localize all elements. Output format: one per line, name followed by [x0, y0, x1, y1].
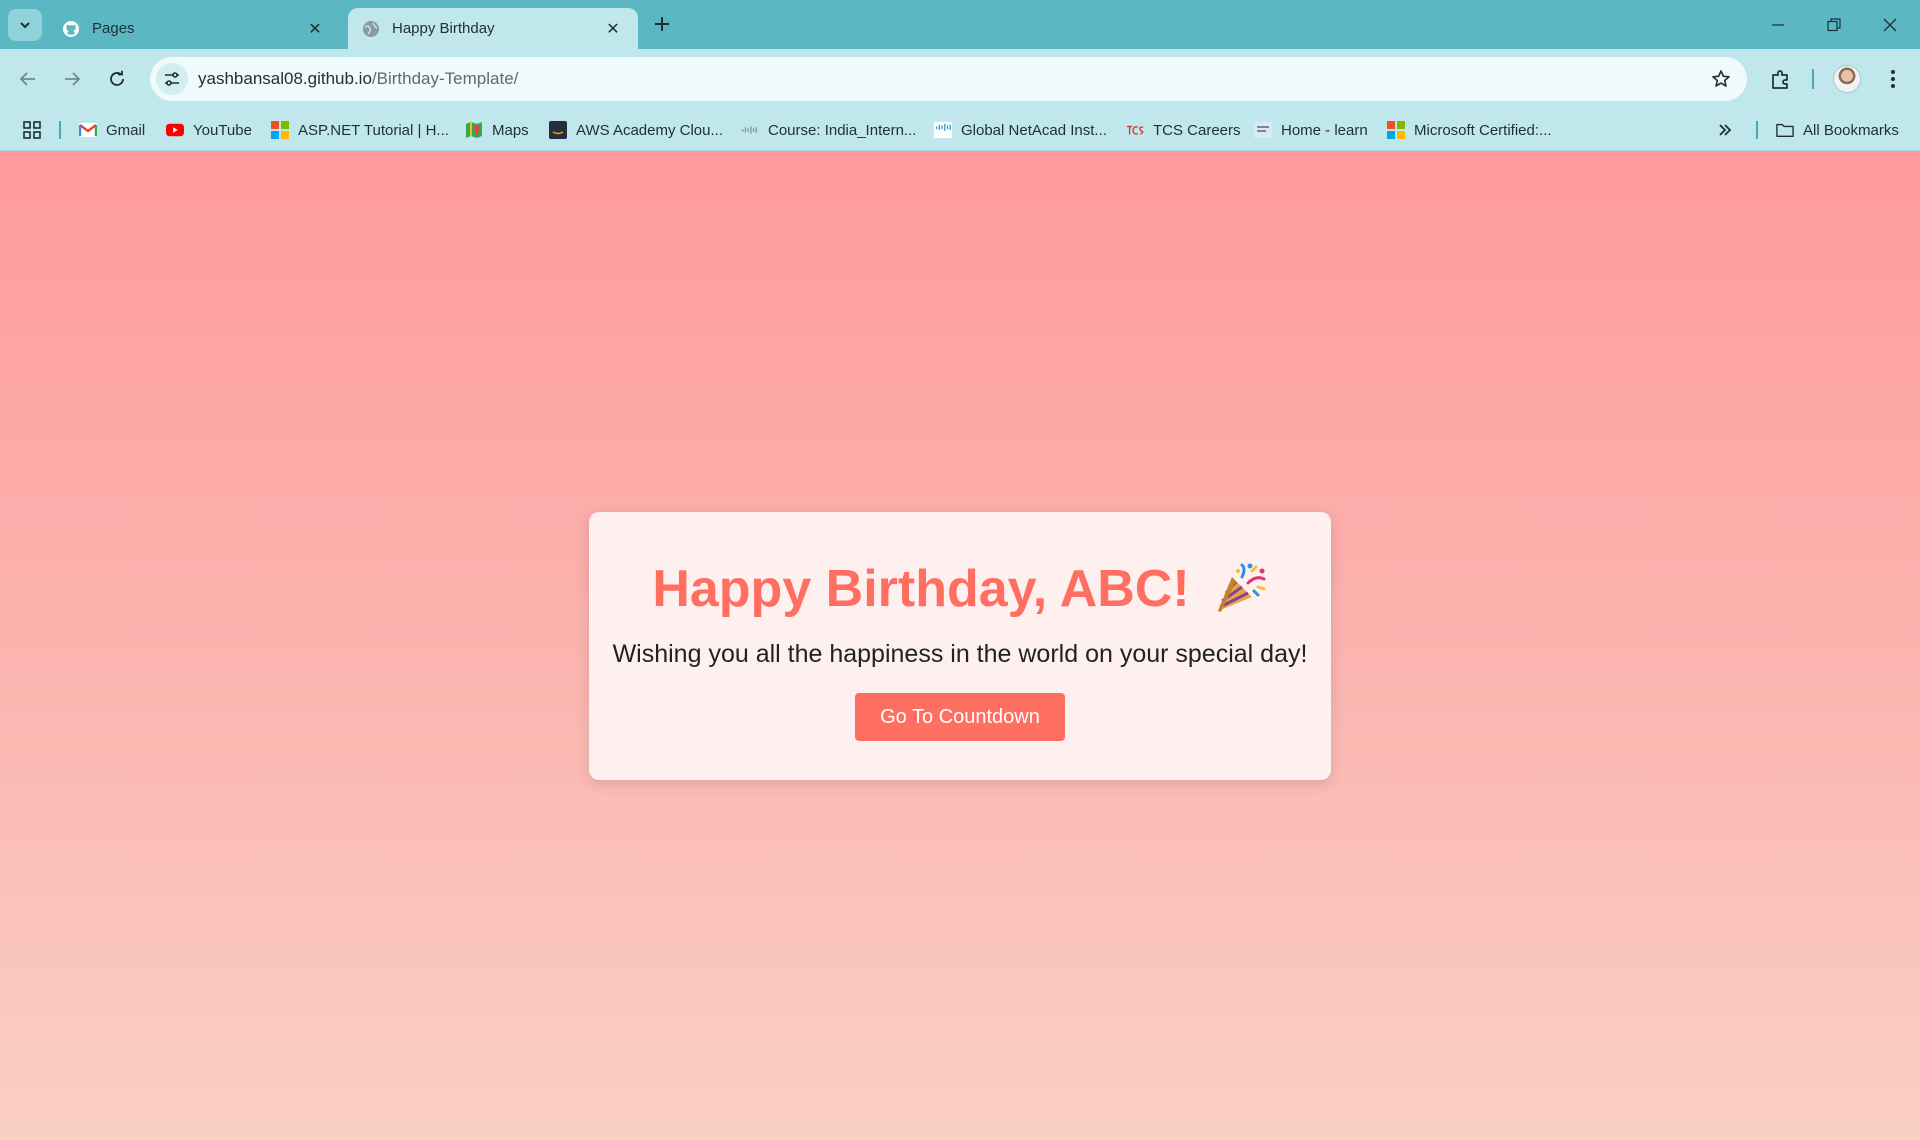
bookmarks-divider	[59, 121, 61, 139]
bookmark-aspnet-tutorial[interactable]: ASP.NET Tutorial | H...	[271, 118, 449, 142]
star-icon	[1712, 70, 1730, 87]
bookmark-label: Global NetAcad Inst...	[961, 121, 1107, 139]
url-text[interactable]: yashbansal08.github.io/Birthday-Template…	[198, 69, 518, 89]
bookmark-label: AWS Academy Clou...	[576, 121, 723, 139]
more-vertical-icon	[1891, 70, 1895, 88]
restore-button[interactable]	[1806, 0, 1862, 49]
bookmark-star-button[interactable]	[1709, 67, 1733, 91]
restore-icon	[1827, 17, 1841, 31]
bookmark-label: Course: India_Intern...	[768, 121, 917, 139]
bookmark-label: Home - learn	[1281, 121, 1368, 139]
reload-icon	[110, 70, 124, 86]
birthday-card: Happy Birthday, ABC! Wishing you all the…	[589, 512, 1331, 780]
bookmarks-bar: Gmail YouTube ASP.NET Tutorial | H... Ma…	[0, 109, 1920, 151]
url-path: /Birthday-Template/	[371, 69, 519, 88]
microsoft-icon	[1387, 121, 1405, 139]
chevron-down-icon	[20, 22, 30, 29]
maps-icon	[465, 121, 483, 139]
page-viewport: Happy Birthday, ABC! Wishing you all the…	[0, 151, 1920, 1140]
learn-icon	[1254, 121, 1272, 139]
heading-text: Happy Birthday, ABC!	[652, 560, 1190, 618]
folder-icon	[1776, 121, 1794, 139]
globe-icon	[362, 20, 380, 38]
puzzle-icon	[1772, 70, 1788, 89]
bookmark-label: Microsoft Certified:...	[1414, 121, 1552, 139]
bookmark-course-india-intern[interactable]: Course: India_Intern...	[741, 118, 916, 142]
tab-title: Pages	[92, 20, 135, 37]
cisco-icon	[934, 121, 952, 139]
bookmark-aws-academy[interactable]: AWS Academy Clou...	[549, 118, 723, 142]
bookmark-label: Gmail	[106, 121, 146, 139]
microsoft-icon	[271, 121, 289, 139]
github-icon	[62, 20, 80, 38]
extensions-button[interactable]	[1763, 61, 1799, 97]
all-bookmarks-button[interactable]: All Bookmarks	[1776, 118, 1899, 142]
bookmark-gmail[interactable]: Gmail	[79, 118, 145, 142]
arrow-right-icon	[65, 72, 81, 86]
bookmark-label: ASP.NET Tutorial | H...	[298, 121, 449, 139]
tab-strip: Pages ✕ Happy Birthday ✕	[0, 0, 1920, 49]
bookmark-label: TCS Careers	[1153, 121, 1241, 139]
tune-icon	[165, 72, 179, 86]
gmail-icon	[79, 121, 97, 139]
bookmark-label: Maps	[492, 121, 529, 139]
tab-pages[interactable]: Pages ✕	[48, 8, 340, 49]
close-tab-icon[interactable]: ✕	[602, 18, 624, 40]
bookmark-tcs-careers[interactable]: TCS Careers	[1126, 118, 1241, 142]
plus-icon	[655, 17, 669, 31]
more-bookmarks-button[interactable]	[1717, 118, 1733, 142]
go-to-countdown-button[interactable]: Go To Countdown	[855, 693, 1065, 741]
bookmark-microsoft-certified[interactable]: Microsoft Certified:...	[1387, 118, 1552, 142]
double-chevron-right-icon	[1719, 124, 1732, 136]
address-bar[interactable]: yashbansal08.github.io/Birthday-Template…	[150, 57, 1747, 101]
minimize-icon	[1772, 23, 1784, 26]
arrow-left-icon	[19, 72, 35, 86]
bookmark-global-netacad[interactable]: Global NetAcad Inst...	[934, 118, 1107, 142]
aws-icon	[549, 121, 567, 139]
bookmark-youtube[interactable]: YouTube	[166, 118, 252, 142]
close-icon	[1883, 18, 1897, 31]
tab-happy-birthday[interactable]: Happy Birthday ✕	[348, 8, 638, 49]
url-host: yashbansal08.github.io	[198, 69, 372, 88]
page-heading: Happy Birthday, ABC!	[589, 559, 1331, 619]
browser-toolbar: yashbansal08.github.io/Birthday-Template…	[0, 49, 1920, 109]
menu-button[interactable]	[1875, 61, 1911, 97]
new-tab-button[interactable]	[650, 12, 674, 36]
site-info-button[interactable]	[156, 63, 188, 95]
tab-search-button[interactable]	[8, 9, 42, 41]
apps-grid-icon	[23, 121, 41, 139]
birthday-message: Wishing you all the happiness in the wor…	[612, 640, 1308, 668]
youtube-icon	[166, 121, 184, 139]
all-bookmarks-label: All Bookmarks	[1803, 121, 1899, 139]
party-popper-icon	[1212, 563, 1268, 615]
avatar	[1833, 65, 1861, 93]
reload-button[interactable]	[99, 61, 135, 97]
bookmark-label: YouTube	[193, 121, 252, 139]
minimize-button[interactable]	[1750, 0, 1806, 49]
apps-button[interactable]	[22, 118, 42, 142]
bookmarks-divider	[1756, 121, 1758, 139]
forward-button[interactable]	[54, 61, 90, 97]
tab-title: Happy Birthday	[392, 20, 495, 37]
bookmark-home-learn[interactable]: Home - learn	[1254, 118, 1368, 142]
tcs-icon	[1126, 121, 1144, 139]
profile-button[interactable]	[1829, 61, 1865, 97]
toolbar-divider	[1812, 69, 1814, 89]
close-window-button[interactable]	[1862, 0, 1918, 49]
close-tab-icon[interactable]: ✕	[304, 18, 326, 40]
bookmark-maps[interactable]: Maps	[465, 118, 529, 142]
cisco-icon	[741, 121, 759, 139]
back-button[interactable]	[10, 61, 46, 97]
